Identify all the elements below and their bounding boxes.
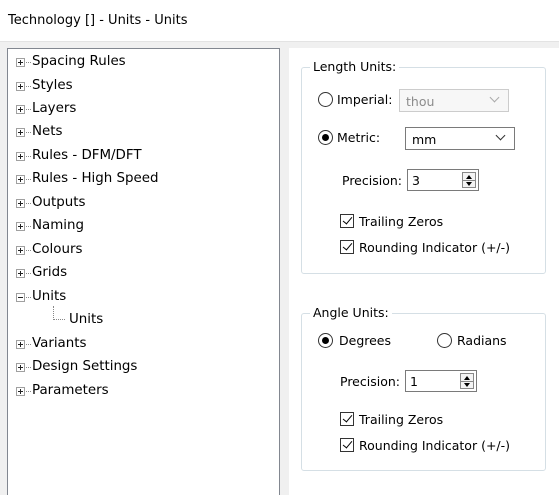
tree-item-units[interactable]: Units bbox=[8, 287, 278, 307]
tree-item-outputs[interactable]: Outputs bbox=[8, 193, 278, 213]
length-precision-label: Precision: bbox=[342, 173, 402, 188]
expand-icon[interactable] bbox=[16, 128, 25, 137]
length-precision-spinner[interactable]: 3 bbox=[407, 169, 479, 191]
imperial-units-select[interactable]: thou bbox=[399, 89, 509, 112]
length-trailing-zeros-checkbox[interactable] bbox=[340, 214, 354, 228]
imperial-radio[interactable] bbox=[318, 92, 333, 107]
imperial-units-value: thou bbox=[406, 94, 435, 109]
chevron-down-icon bbox=[495, 130, 506, 141]
length-rounding-label: Rounding Indicator (+/-) bbox=[359, 240, 511, 255]
expand-icon[interactable] bbox=[16, 199, 25, 208]
angle-precision-value: 1 bbox=[410, 374, 418, 389]
tree-item-grids[interactable]: Grids bbox=[8, 263, 278, 283]
tree-item-nets[interactable]: Nets bbox=[8, 122, 278, 142]
tree-item-label: Units bbox=[69, 312, 104, 327]
collapse-icon[interactable] bbox=[16, 293, 25, 302]
arrow-down-icon[interactable] bbox=[466, 182, 472, 186]
metric-label: Metric: bbox=[337, 130, 381, 145]
expand-icon[interactable] bbox=[16, 340, 25, 349]
tree-item-naming[interactable]: Naming bbox=[8, 216, 278, 236]
tree-item-parameters[interactable]: Parameters bbox=[8, 381, 278, 401]
length-units-group: Length Units: Imperial: thou Metric: mm … bbox=[301, 59, 546, 274]
expand-icon[interactable] bbox=[16, 82, 25, 91]
tree-item-label: Design Settings bbox=[32, 359, 138, 374]
tree-item-rules-high-speed[interactable]: Rules - High Speed bbox=[8, 169, 278, 189]
metric-units-select[interactable]: mm bbox=[405, 127, 515, 150]
spinner-buttons[interactable] bbox=[462, 172, 476, 188]
length-precision-value: 3 bbox=[412, 173, 420, 188]
expand-icon[interactable] bbox=[16, 175, 25, 184]
tree-item-rules-dfm-dft[interactable]: Rules - DFM/DFT bbox=[8, 146, 278, 166]
radians-radio[interactable] bbox=[437, 333, 452, 348]
imperial-label: Imperial: bbox=[337, 92, 393, 107]
angle-units-title: Angle Units: bbox=[310, 305, 392, 320]
tree-item-label: Nets bbox=[32, 124, 63, 139]
radians-label: Radians bbox=[457, 333, 507, 348]
angle-trailing-zeros-label: Trailing Zeros bbox=[359, 412, 444, 427]
expand-icon[interactable] bbox=[16, 105, 25, 114]
angle-precision-label: Precision: bbox=[340, 374, 400, 389]
angle-rounding-label: Rounding Indicator (+/-) bbox=[359, 438, 511, 453]
tree-item-label: Units bbox=[32, 289, 67, 304]
tree-item-label: Layers bbox=[32, 101, 77, 116]
tree-item-label: Grids bbox=[32, 265, 68, 280]
metric-radio[interactable] bbox=[318, 130, 333, 145]
tree-item-label: Naming bbox=[32, 218, 84, 233]
spinner-buttons[interactable] bbox=[460, 373, 474, 389]
arrow-up-icon[interactable] bbox=[466, 175, 472, 179]
angle-trailing-zeros-checkbox[interactable] bbox=[340, 412, 354, 426]
arrow-up-icon[interactable] bbox=[464, 376, 470, 380]
expand-icon[interactable] bbox=[16, 387, 25, 396]
arrow-down-icon[interactable] bbox=[464, 383, 470, 387]
tree-item-layers[interactable]: Layers bbox=[8, 99, 278, 119]
tree-item-units-units[interactable]: Units bbox=[8, 306, 278, 330]
units-settings-panel: Length Units: Imperial: thou Metric: mm … bbox=[289, 48, 559, 495]
degrees-label: Degrees bbox=[339, 333, 392, 348]
angle-precision-spinner[interactable]: 1 bbox=[405, 370, 477, 392]
chevron-down-icon bbox=[489, 92, 500, 103]
degrees-radio[interactable] bbox=[318, 333, 333, 348]
expand-icon[interactable] bbox=[16, 246, 25, 255]
title-bar: Technology [] - Units - Units bbox=[0, 0, 559, 42]
expand-icon[interactable] bbox=[16, 152, 25, 161]
length-trailing-zeros-label: Trailing Zeros bbox=[359, 214, 444, 229]
tree-item-label: Spacing Rules bbox=[32, 54, 126, 69]
tree-item-label: Outputs bbox=[32, 195, 86, 210]
tree-item-variants[interactable]: Variants bbox=[8, 334, 278, 354]
metric-units-value: mm bbox=[412, 132, 437, 147]
expand-icon[interactable] bbox=[16, 58, 25, 67]
length-rounding-checkbox[interactable] bbox=[340, 240, 354, 254]
tree-item-styles[interactable]: Styles bbox=[8, 76, 278, 96]
length-units-title: Length Units: bbox=[310, 59, 400, 74]
tree-item-label: Parameters bbox=[32, 383, 109, 398]
expand-icon[interactable] bbox=[16, 363, 25, 372]
angle-rounding-checkbox[interactable] bbox=[340, 438, 354, 452]
angle-units-group: Angle Units: Degrees Radians Precision: … bbox=[301, 305, 546, 471]
tree-item-design-settings[interactable]: Design Settings bbox=[8, 357, 278, 377]
tree-item-label: Styles bbox=[32, 78, 73, 93]
tree-item-label: Rules - DFM/DFT bbox=[32, 148, 142, 163]
tree-item-colours[interactable]: Colours bbox=[8, 240, 278, 260]
expand-icon[interactable] bbox=[16, 269, 25, 278]
tree-item-label: Variants bbox=[32, 336, 87, 351]
tree-item-label: Colours bbox=[32, 242, 83, 257]
settings-tree[interactable]: Spacing Rules Styles Layers Nets Rules -… bbox=[7, 48, 280, 495]
tree-item-spacing-rules[interactable]: Spacing Rules bbox=[8, 52, 278, 72]
expand-icon[interactable] bbox=[16, 222, 25, 231]
tree-item-label: Rules - High Speed bbox=[32, 171, 159, 186]
window-title: Technology [] - Units - Units bbox=[8, 13, 188, 28]
